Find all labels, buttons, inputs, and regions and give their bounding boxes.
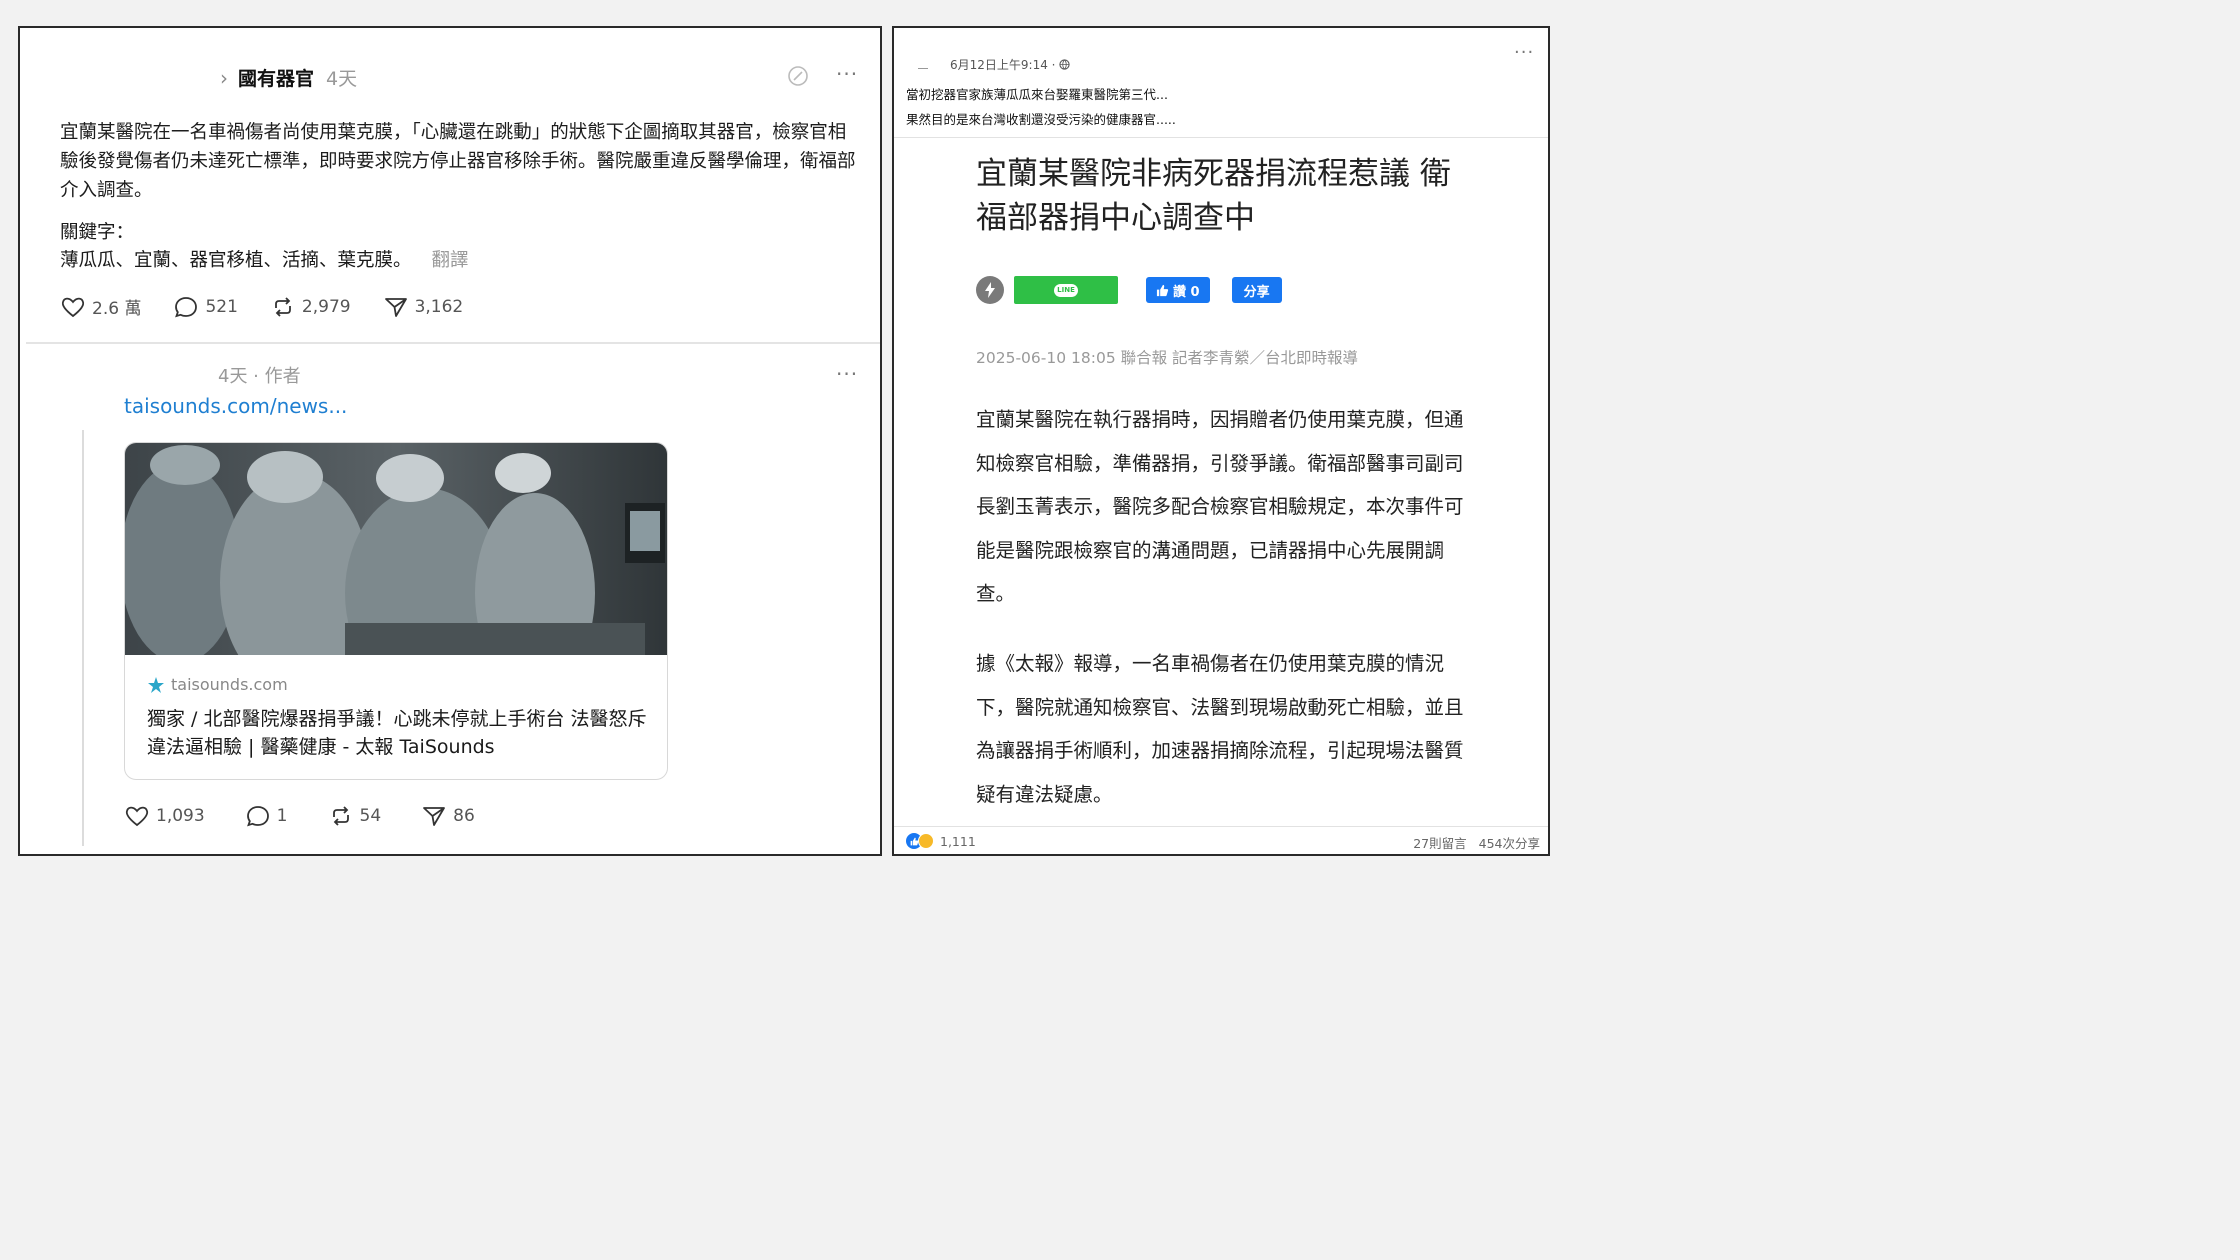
fb-timestamp[interactable]: 6月12日上午9:14 ·: [950, 56, 1071, 73]
card-title: 獨家 / 北部醫院爆器捐爭議！心跳未停就上手術台 法醫怒斥違法逼相驗 | 醫藥健…: [147, 708, 647, 758]
thumbs-up-icon: [1156, 284, 1169, 296]
card-domain: taisounds.com: [147, 675, 288, 694]
repost-icon: [332, 806, 349, 826]
heart-icon: [125, 806, 149, 827]
comment-icon: [175, 296, 198, 317]
repost-count: 54: [359, 806, 382, 826]
thread-line: [82, 430, 84, 846]
comment-count: 521: [205, 296, 238, 317]
wow-reaction-icon: [918, 833, 934, 849]
fb-post-text: 當初挖器官家族薄瓜瓜來台娶羅東醫院第三代... 果然目的是來台灣收割還沒受污染的…: [906, 82, 1176, 132]
comment-button[interactable]: 1: [245, 804, 288, 828]
fb-share-button[interactable]: 分享: [1231, 277, 1282, 303]
threads-post-panel: › 國有器官 4天 ··· 宜蘭某醫院在一名車禍傷者尚使用葉克膜，「心臟還在跳動…: [18, 26, 882, 856]
taisounds-logo-icon: [148, 676, 164, 693]
globe-icon: [1059, 59, 1071, 70]
fb-timestamp-text: 6月12日上午9:14 ·: [950, 58, 1056, 72]
facebook-post-panel: 6月12日上午9:14 · ··· 當初挖器官家族薄瓜瓜來台娶羅東醫院第三代..…: [892, 26, 1550, 856]
fb-like-button[interactable]: 讚 0: [1146, 277, 1210, 303]
send-icon: [384, 297, 407, 317]
translate-link[interactable]: 翻譯: [432, 246, 469, 272]
article-paragraph: 據《太報》報導，一名車禍傷者在仍使用葉克膜的情況下，醫院就通知檢察官、法醫到現場…: [976, 652, 1464, 806]
repost-button[interactable]: 2,979: [270, 295, 351, 319]
post-time: 4天: [326, 68, 358, 90]
divider: [26, 342, 880, 344]
like-button[interactable]: 1,093: [124, 804, 205, 828]
post-body: 宜蘭某醫院在一名車禍傷者尚使用葉克膜，「心臟還在跳動」的狀態下企圖摘取其器官，檢…: [60, 122, 856, 201]
fb-post-line: 當初挖器官家族薄瓜瓜來台娶羅東醫院第三代...: [906, 87, 1168, 102]
fb-post-header: 6月12日上午9:14 · ··· 當初挖器官家族薄瓜瓜來台娶羅東醫院第三代..…: [894, 28, 1548, 138]
reply-link[interactable]: taisounds.com/news...: [124, 394, 347, 418]
author-name[interactable]: 國有器官: [238, 64, 314, 91]
avatar-placeholder: [918, 68, 928, 69]
line-icon: LINE: [1054, 283, 1078, 297]
more-options-icon[interactable]: ···: [836, 62, 858, 86]
article-meta: 2025-06-10 18:05 聯合報 記者李青縈／台北即時報導: [976, 349, 1359, 367]
send-icon: [423, 807, 446, 826]
article-title: 宜蘭某醫院非病死器捐流程惹議 衛福部器捐中心調查中: [976, 156, 1451, 236]
share-count: 3,162: [414, 296, 464, 317]
reactions-summary[interactable]: 1,111: [906, 833, 976, 849]
post-header: › 國有器官 4天: [220, 64, 357, 91]
comment-icon: [246, 806, 269, 827]
share-button[interactable]: 3,162: [383, 295, 464, 319]
chevron-right-icon: ›: [220, 65, 228, 90]
more-options-icon[interactable]: ···: [1514, 42, 1534, 63]
fb-like-label: 讚 0: [1173, 284, 1200, 300]
link-preview-card[interactable]: taisounds.com 獨家 / 北部醫院爆器捐爭議！心跳未停就上手術台 法…: [124, 442, 668, 780]
lightning-icon[interactable]: [976, 276, 1004, 304]
repost-button[interactable]: 54: [328, 804, 382, 828]
comment-count-link[interactable]: 27則留言: [1413, 833, 1466, 852]
reply-meta: 4天 · 作者: [218, 366, 301, 387]
keywords-line: 薄瓜瓜、宜蘭、器官移植、活摘、葉克膜。 翻譯: [60, 246, 469, 272]
keywords-text: 薄瓜瓜、宜蘭、器官移植、活摘、葉克膜。: [60, 250, 412, 271]
line-share-button[interactable]: LINE: [1014, 276, 1118, 304]
like-count: 2.6 萬: [92, 299, 142, 319]
share-buttons-row: LINE 讚 0 分享: [976, 276, 1282, 304]
share-count-link[interactable]: 454次分享: [1479, 833, 1540, 852]
like-button[interactable]: 2.6 萬: [60, 294, 141, 319]
comment-button[interactable]: 521: [173, 295, 238, 319]
share-count: 86: [453, 806, 475, 826]
post-actions: 2.6 萬 521 2,979 3,162: [60, 294, 495, 319]
surgery-photo: [125, 443, 667, 655]
edit-icon[interactable]: [786, 64, 810, 88]
more-options-icon[interactable]: ···: [836, 362, 858, 386]
fb-post-line: 果然目的是來台灣收割還沒受污染的健康器官.....: [906, 112, 1176, 127]
repost-count: 2,979: [301, 296, 351, 317]
share-button[interactable]: 86: [421, 804, 475, 828]
fb-footer: 1,111 27則留言 454次分享: [894, 826, 1548, 854]
card-domain-text: taisounds.com: [171, 675, 288, 694]
repost-icon: [275, 296, 291, 317]
engagement-summary: 27則留言 454次分享: [1413, 833, 1540, 852]
heart-icon: [61, 297, 85, 317]
reply-actions: 1,093 1 54 86: [124, 804, 515, 828]
like-count: 1,093: [156, 806, 205, 826]
reaction-count: 1,111: [940, 833, 976, 849]
comment-count: 1: [276, 806, 288, 826]
article-paragraph: 宜蘭某醫院在執行器捐時，因捐贈者仍使用葉克膜，但通知檢察官相驗，準備器捐，引發爭…: [976, 408, 1464, 605]
keywords-label: 關鍵字：: [60, 222, 135, 243]
